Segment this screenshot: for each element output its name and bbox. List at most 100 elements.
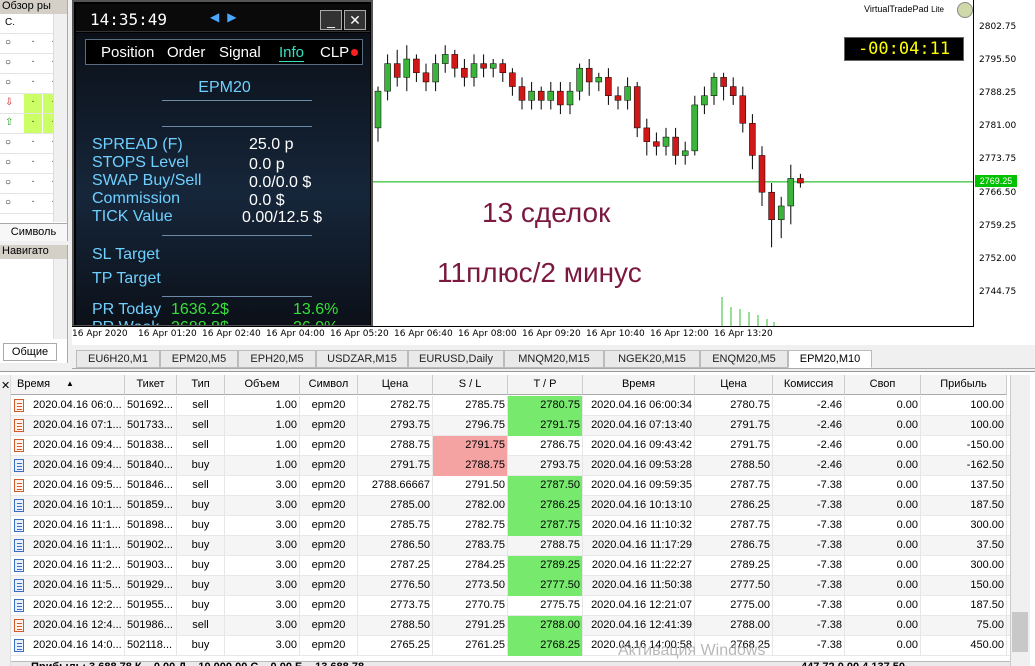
table-cell: -7.38	[773, 636, 845, 656]
column-header[interactable]: S / L	[433, 375, 508, 395]
table-cell: 3.00	[225, 516, 300, 536]
market-watch-scrollbar[interactable]	[53, 14, 67, 222]
table-cell: 2020.04.16 07:1...	[31, 416, 125, 436]
column-header[interactable]: Тип	[177, 375, 225, 395]
y-tick: 2759.25	[979, 221, 1017, 231]
table-cell: 2782.00	[433, 496, 508, 516]
y-tick: 2781.00	[979, 121, 1017, 131]
close-button[interactable]: ✕	[344, 10, 366, 30]
sell-order-icon	[14, 439, 24, 452]
navigator-common-tab[interactable]: Общие	[3, 343, 57, 361]
table-cell: buy	[177, 596, 225, 616]
chart-tab[interactable]: EPM20,M5	[160, 350, 238, 368]
close-icon[interactable]: ✕	[1, 379, 10, 392]
table-cell: -150.00	[921, 436, 1007, 456]
table-cell: 3.00	[225, 476, 300, 496]
table-cell: 2788.75	[358, 436, 433, 456]
table-cell: 0.00	[845, 636, 921, 656]
chart-tab[interactable]: NGEK20,M15	[604, 350, 700, 368]
table-cell: -7.38	[773, 496, 845, 516]
clp-status-dot	[351, 49, 358, 56]
table-cell: 2793.75	[358, 416, 433, 436]
vtp-nav-arrows[interactable]: ◀▶	[210, 10, 244, 24]
minimize-button[interactable]: _	[320, 10, 342, 30]
circle-icon: ○	[5, 137, 12, 148]
column-header[interactable]: Символ	[300, 375, 358, 395]
bull-candle	[662, 136, 670, 147]
table-cell: 2765.25	[358, 636, 433, 656]
column-header[interactable]: Объем	[225, 375, 300, 395]
table-cell: 2791.75	[695, 436, 773, 456]
table-cell: 2020.04.16 11:1...	[31, 516, 125, 536]
table-cell: 3.00	[225, 496, 300, 516]
chart-tab[interactable]: EPH20,M5	[238, 350, 316, 368]
market-watch-symbols-tab[interactable]: Символь	[0, 223, 67, 241]
chart-tab[interactable]: MNQM20,M15	[504, 350, 604, 368]
table-cell: 2020.04.16 12:21:07	[583, 596, 695, 616]
bear-candle	[499, 63, 507, 74]
table-cell: 2776.50	[358, 576, 433, 596]
chart-tab[interactable]: ENQM20,M5	[700, 350, 788, 368]
table-cell: 300.00	[921, 516, 1007, 536]
table-cell: 137.50	[921, 476, 1007, 496]
navigator-scrollbar[interactable]	[53, 259, 67, 339]
column-header[interactable]: Прибыль	[921, 375, 1007, 395]
tab-clp[interactable]: CLP	[320, 44, 349, 61]
table-cell: 2786.25	[695, 496, 773, 516]
table-cell: 2777.50	[508, 576, 583, 596]
vtp-header: 14:35:49 ◀▶ _ ✕	[76, 4, 370, 32]
chart-tab-active[interactable]: EPM20,M10	[788, 350, 872, 368]
table-footer: Прибыль: 3 688.78 К... 0.00 Д... 10 000.…	[11, 661, 1011, 666]
bear-candle	[605, 77, 612, 96]
table-scroll-thumb[interactable]	[1012, 612, 1028, 652]
tab-signal[interactable]: Signal	[219, 44, 261, 61]
chart-tab[interactable]: EURUSD,Daily	[408, 350, 504, 368]
bear-candle	[739, 95, 747, 124]
table-cell: 2020.04.16 09:59:35	[583, 476, 695, 496]
column-header[interactable]: Цена	[695, 375, 773, 395]
buy-order-icon	[14, 639, 24, 652]
table-cell: 501859...	[125, 496, 177, 516]
buy-order-icon	[14, 519, 24, 532]
table-cell: 0.00	[845, 536, 921, 556]
x-tick: 16 Apr 04:00	[266, 329, 325, 339]
table-cell: 2020.04.16 09:53:28	[583, 456, 695, 476]
bear-candle	[614, 95, 622, 101]
x-tick: 16 Apr 13:20	[714, 329, 773, 339]
tab-info[interactable]: Info	[279, 44, 305, 62]
table-cell: 0.00	[845, 516, 921, 536]
circle-icon: ○	[5, 77, 12, 88]
vtp-clock: 14:35:49	[90, 10, 168, 29]
bull-candle	[681, 150, 689, 156]
chart-tab[interactable]: EU6H20,M1	[76, 350, 160, 368]
bull-candle	[777, 205, 785, 221]
column-header[interactable]: Комиссия	[773, 375, 845, 395]
table-cell: 2020.04.16 11:2...	[31, 556, 125, 576]
annotation-trades: 13 сделок	[482, 197, 611, 228]
table-cell: epm20	[300, 576, 358, 596]
column-header[interactable]: Цена	[358, 375, 433, 395]
buy-order-icon	[14, 539, 24, 552]
tab-position[interactable]: Position	[101, 44, 154, 61]
y-tick: 2788.25	[979, 88, 1017, 98]
column-header[interactable]: Своп	[845, 375, 921, 395]
bear-candle	[768, 191, 775, 221]
table-cell: 0.00	[845, 556, 921, 576]
footer-totals: 447.72 0.00 4 137.50	[801, 661, 905, 666]
table-cell: 0.00	[845, 496, 921, 516]
column-header[interactable]: Тикет	[125, 375, 177, 395]
column-header[interactable]: Время	[583, 375, 695, 395]
bear-candle	[518, 86, 526, 101]
activation-watermark: Активация Windows	[618, 642, 766, 659]
chart-plot-area[interactable]: VirtualTradePad Lite -00:04:11 13 сделок…	[72, 0, 974, 327]
bear-candle	[720, 77, 727, 87]
tab-order[interactable]: Order	[167, 44, 205, 61]
table-cell: 501986...	[125, 616, 177, 636]
sell-order-icon	[14, 479, 24, 492]
table-cell: buy	[177, 516, 225, 536]
table-cell: epm20	[300, 516, 358, 536]
label-commission: Commission	[92, 190, 181, 207]
price-chart[interactable]: VirtualTradePad Lite -00:04:11 13 сделок…	[72, 0, 1035, 345]
chart-tab[interactable]: USDZAR,M15	[316, 350, 408, 368]
column-header[interactable]: T / P	[508, 375, 583, 395]
